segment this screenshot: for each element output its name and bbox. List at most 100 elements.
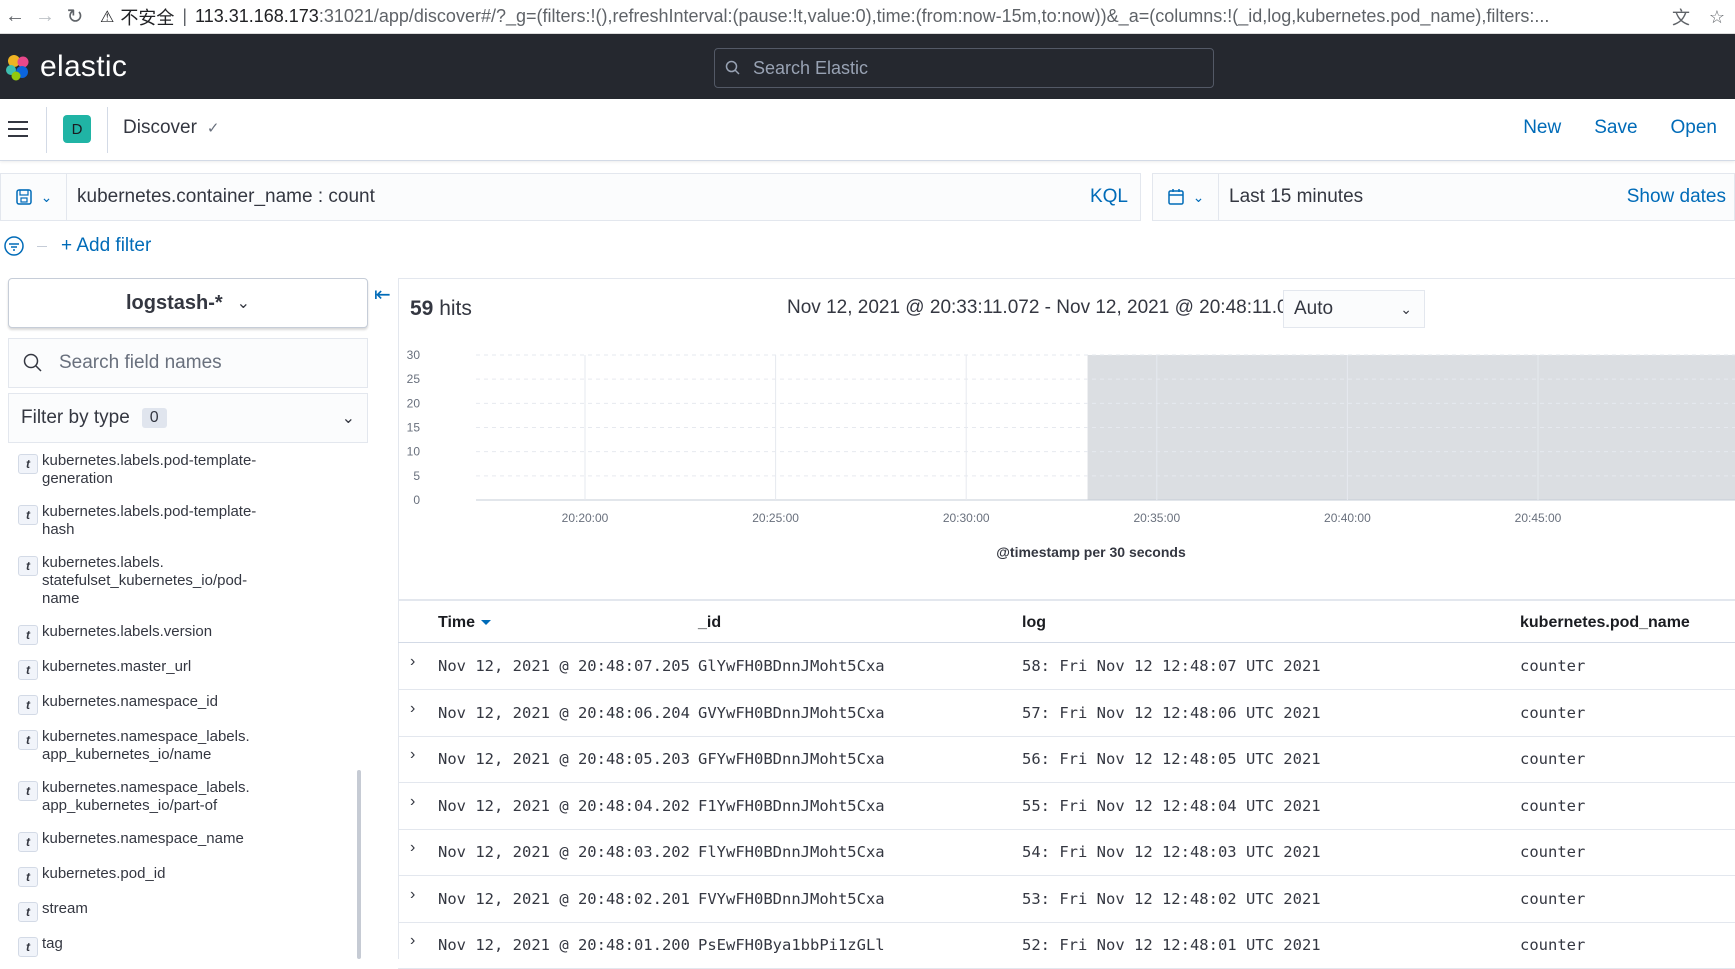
time-range-text: Nov 12, 2021 @ 20:33:11.072 - Nov 12, 20… (787, 297, 1309, 318)
table-row[interactable]: › Nov 12, 2021 @ 20:48:02.201 FVYwFH0BDnnJ… (398, 876, 1735, 923)
add-filter-button[interactable]: + Add filter (61, 235, 151, 257)
insecure-label: 不安全 (120, 7, 175, 28)
x-tick-label: 20:45:00 (1515, 511, 1562, 525)
cell-log: 54: Fri Nov 12 12:48:03 UTC 2021 (1022, 843, 1321, 861)
breadcrumb[interactable]: Discover ✓ (123, 117, 219, 139)
table-row[interactable]: › Nov 12, 2021 @ 20:48:01.200 PsEwFH0Bya1b… (398, 922, 1735, 969)
expand-row-icon[interactable]: › (410, 746, 415, 764)
cell-id: GlYwFH0BDnnJMoht5Cxa (698, 657, 885, 675)
field-item[interactable]: t kubernetes.pod_id (18, 865, 282, 887)
expand-row-icon[interactable]: › (410, 886, 415, 904)
saved-query-button[interactable]: ⌄ (1, 174, 67, 220)
expand-row-icon[interactable]: › (410, 653, 415, 671)
kql-toggle[interactable]: KQL (1090, 186, 1128, 208)
show-dates-link[interactable]: Show dates (1627, 186, 1726, 208)
table-row[interactable]: › Nov 12, 2021 @ 20:48:05.203 GFYwFH0BDnnJ… (398, 736, 1735, 783)
quick-select-button[interactable]: ⌄ (1153, 174, 1219, 220)
divider (107, 107, 108, 153)
open-link[interactable]: Open (1671, 117, 1717, 139)
search-icon (725, 60, 740, 75)
collapse-sidebar-icon[interactable]: ⇤ (374, 282, 391, 307)
forward-arrow-icon[interactable]: → (30, 2, 60, 32)
hits-label: hits (439, 297, 472, 320)
field-name: tag (42, 935, 63, 952)
expand-row-icon[interactable]: › (410, 839, 415, 857)
string-type-icon: t (18, 505, 38, 525)
translate-icon[interactable]: 文 (1663, 4, 1699, 30)
field-item[interactable]: t tag (18, 935, 282, 957)
date-picker: ⌄ Last 15 minutes Show dates (1152, 173, 1735, 221)
string-type-icon: t (18, 832, 38, 852)
star-icon[interactable]: ☆ (1699, 7, 1735, 28)
field-item[interactable]: t kubernetes.labels.pod-template- hash (18, 503, 282, 539)
field-search-input[interactable]: Search field names (8, 338, 368, 388)
x-tick-label: 20:40:00 (1324, 511, 1371, 525)
field-item[interactable]: t kubernetes.labels.pod-template- generat… (18, 452, 282, 488)
chevron-down-icon: ⌄ (236, 295, 251, 312)
column-header-time[interactable]: Time (438, 614, 492, 632)
cell-log: 52: Fri Nov 12 12:48:01 UTC 2021 (1022, 936, 1321, 954)
string-type-icon: t (18, 556, 38, 576)
column-header-log[interactable]: log (1022, 614, 1046, 632)
filter-by-type-button[interactable]: Filter by type 0 ⌄ (8, 393, 368, 443)
top-nav-links: New Save Open (1523, 117, 1717, 139)
url-path: :31021/app/discover#/?_g=(filters:!(),re… (318, 6, 1550, 26)
expand-row-icon[interactable]: › (410, 932, 415, 950)
global-search-input[interactable]: Search Elastic (714, 48, 1214, 88)
cell-pod-name: counter (1520, 750, 1586, 768)
filter-icon[interactable] (3, 235, 25, 257)
date-range-value[interactable]: Last 15 minutes (1229, 186, 1627, 208)
cell-time: Nov 12, 2021 @ 20:48:04.202 (438, 796, 690, 815)
table-row[interactable]: › Nov 12, 2021 @ 20:48:04.202 F1YwFH0BDnnJ… (398, 783, 1735, 830)
field-item[interactable]: t kubernetes.master_url (18, 658, 282, 680)
field-item[interactable]: t kubernetes.namespace_labels. app_kubern… (18, 728, 282, 764)
space-avatar[interactable]: D (63, 115, 91, 143)
field-item[interactable]: t stream (18, 900, 282, 922)
interval-value: Auto (1294, 298, 1334, 319)
field-item[interactable]: t kubernetes.labels. statefulset_kubernet… (18, 554, 282, 608)
string-type-icon: t (18, 781, 38, 801)
cell-id: PsEwFH0Bya1bbPi1zGLl (698, 936, 885, 954)
query-input[interactable]: kubernetes.container_name : count (77, 186, 1090, 208)
save-link[interactable]: Save (1594, 117, 1637, 139)
table-row[interactable]: › Nov 12, 2021 @ 20:48:07.205 GlYwFH0BDnnJ… (398, 643, 1735, 690)
y-tick-label: 10 (407, 445, 421, 459)
expand-row-icon[interactable]: › (410, 700, 415, 718)
y-tick-label: 20 (407, 396, 421, 410)
index-pattern-label: logstash-* (125, 291, 223, 314)
interval-select[interactable]: Auto ⌄ (1283, 290, 1425, 328)
field-item[interactable]: t kubernetes.namespace_name (18, 830, 282, 852)
cell-log: 58: Fri Nov 12 12:48:07 UTC 2021 (1022, 657, 1321, 675)
filter-row: + Add filter (0, 234, 151, 258)
cell-log: 57: Fri Nov 12 12:48:06 UTC 2021 (1022, 703, 1321, 722)
elastic-logo[interactable]: elastic (4, 50, 127, 84)
chevron-down-icon: ⌄ (1192, 188, 1205, 205)
index-pattern-select[interactable]: logstash-* ⌄ (8, 278, 368, 328)
address-bar[interactable]: ⚠ 不安全 | 113.31.168.173:31021/app/discove… (100, 4, 1600, 30)
x-tick-label: 20:20:00 (562, 511, 609, 525)
sidebar-scrollbar[interactable] (357, 770, 361, 959)
table-row[interactable]: › Nov 12, 2021 @ 20:48:03.202 FlYwFH0BDnnJ… (398, 829, 1735, 876)
field-item[interactable]: t kubernetes.namespace_id (18, 693, 282, 715)
column-label: Time (438, 614, 476, 631)
field-name: stream (42, 900, 88, 917)
expand-row-icon[interactable]: › (410, 793, 415, 811)
column-header-pod-name[interactable]: kubernetes.pod_name (1520, 614, 1690, 632)
reload-icon[interactable]: ↻ (60, 2, 90, 32)
x-tick-label: 20:25:00 (752, 511, 799, 525)
table-row[interactable]: › Nov 12, 2021 @ 20:48:06.204 GVYwFH0BDnnJ… (398, 690, 1735, 737)
sort-arrow-icon[interactable] (481, 620, 492, 626)
menu-icon[interactable] (8, 121, 28, 137)
divider (37, 245, 47, 247)
back-arrow-icon[interactable]: ← (0, 2, 30, 32)
column-header-id[interactable]: _id (698, 614, 721, 632)
string-type-icon: t (18, 937, 38, 957)
x-tick-label: 20:30:00 (943, 511, 990, 525)
new-link[interactable]: New (1523, 117, 1561, 139)
breadcrumb-discover: Discover (123, 117, 197, 138)
field-item[interactable]: t kubernetes.namespace_labels. app_kubern… (18, 779, 282, 815)
cell-id: F1YwFH0BDnnJMoht5Cxa (698, 796, 885, 815)
field-item[interactable]: t kubernetes.labels.version (18, 623, 282, 645)
table-header: Time _id log kubernetes.pod_name (398, 599, 1735, 643)
x-tick-label: 20:35:00 (1133, 511, 1180, 525)
